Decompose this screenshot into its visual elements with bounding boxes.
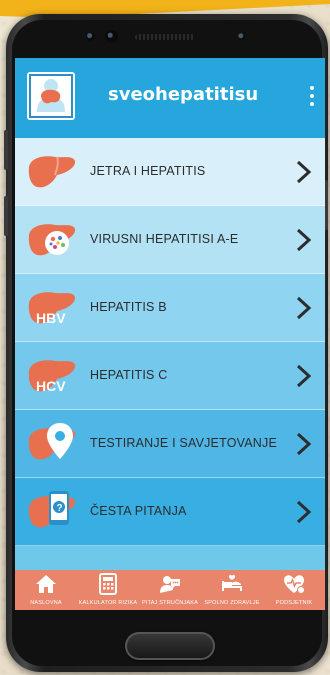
- home-icon: [36, 575, 56, 593]
- phone-top-bezel: [0, 20, 330, 50]
- menu-list: JETRA I HEPATITIS VIRUSNI HEPATITISI A-E…: [15, 138, 325, 546]
- chevron-right-icon: [296, 228, 312, 252]
- nav-label: NASLOVNA: [30, 600, 62, 606]
- chevron-right-icon: [296, 500, 312, 524]
- hbv-badge-text: HBV: [36, 310, 66, 326]
- nav-label: SPOLNO ZDRAVLJE: [204, 600, 260, 606]
- menu-item-hepatitis-b[interactable]: HBV HEPATITIS B: [15, 274, 325, 342]
- ask-expert-icon: [160, 576, 180, 593]
- nav-item-naslovna[interactable]: NASLOVNA: [15, 570, 77, 610]
- nav-item-spolno[interactable]: SPOLNO ZDRAVLJE: [201, 570, 263, 610]
- nav-item-pitaj[interactable]: PITAJ STRUČNJAKA: [139, 570, 201, 610]
- nav-label: PITAJ STRUČNJAKA: [142, 600, 198, 606]
- menu-item-cesta-pitanja[interactable]: ? ČESTA PITANJA: [15, 478, 325, 546]
- menu-item-label: JETRA I HEPATITIS: [90, 164, 206, 178]
- chevron-right-icon: [296, 296, 312, 320]
- heart-reminder-icon: [284, 575, 305, 594]
- chevron-right-icon: [296, 160, 312, 184]
- chevron-right-icon: [296, 432, 312, 456]
- bed-icon: [222, 574, 242, 591]
- speaker-grille: [135, 34, 195, 40]
- volume-up-button: [4, 130, 8, 170]
- menu-item-virusni[interactable]: VIRUSNI HEPATITISI A-E: [15, 206, 325, 274]
- calculator-icon: [99, 573, 117, 595]
- chevron-right-icon: [296, 364, 312, 388]
- menu-item-label: TESTIRANJE I SAVJETOVANJE: [90, 436, 277, 450]
- front-camera-icon: [105, 30, 118, 43]
- liver-location-icon: [28, 423, 76, 460]
- volume-down-button: [4, 196, 8, 236]
- sensor-icon: [86, 32, 95, 41]
- bottom-navigation: NASLOVNA KALKULATOR RIZIKA PITAJ STRUČNJ…: [15, 570, 325, 610]
- nav-label: KALKULATOR RIZIKA: [78, 600, 138, 606]
- liver-hbv-icon: HBV: [28, 292, 76, 326]
- home-button[interactable]: [125, 632, 215, 660]
- menu-item-testiranje[interactable]: TESTIRANJE I SAVJETOVANJE: [15, 410, 325, 478]
- liver-virus-icon: [28, 224, 76, 256]
- app-logo[interactable]: [27, 72, 75, 120]
- liver-question-icon: ?: [28, 491, 76, 528]
- overflow-menu-icon[interactable]: [309, 86, 315, 108]
- menu-item-label: HEPATITIS C: [90, 368, 168, 382]
- svg-text:?: ?: [57, 503, 63, 514]
- menu-item-hepatitis-c[interactable]: HCV HEPATITIS C: [15, 342, 325, 410]
- app-screen: sveohepatitisu JETRA I HEPATITIS VIRUSNI…: [15, 58, 325, 610]
- light-sensor-icon: [238, 33, 245, 40]
- hcv-badge-text: HCV: [36, 378, 66, 394]
- app-bar: sveohepatitisu: [15, 58, 325, 138]
- liver-icon: [28, 156, 76, 188]
- menu-item-label: ČESTA PITANJA: [90, 504, 187, 518]
- nav-label: PODSJETNIK: [275, 600, 313, 606]
- app-title: sveohepatitisu: [108, 84, 259, 105]
- nav-item-podsjetnik[interactable]: PODSJETNIK: [263, 570, 325, 610]
- menu-item-label: HEPATITIS B: [90, 300, 167, 314]
- menu-item-label: VIRUSNI HEPATITISI A-E: [90, 232, 239, 246]
- menu-item-jetra[interactable]: JETRA I HEPATITIS: [15, 138, 325, 206]
- liver-hcv-icon: HCV: [28, 360, 76, 394]
- nav-item-kalkulator[interactable]: KALKULATOR RIZIKA: [77, 570, 139, 610]
